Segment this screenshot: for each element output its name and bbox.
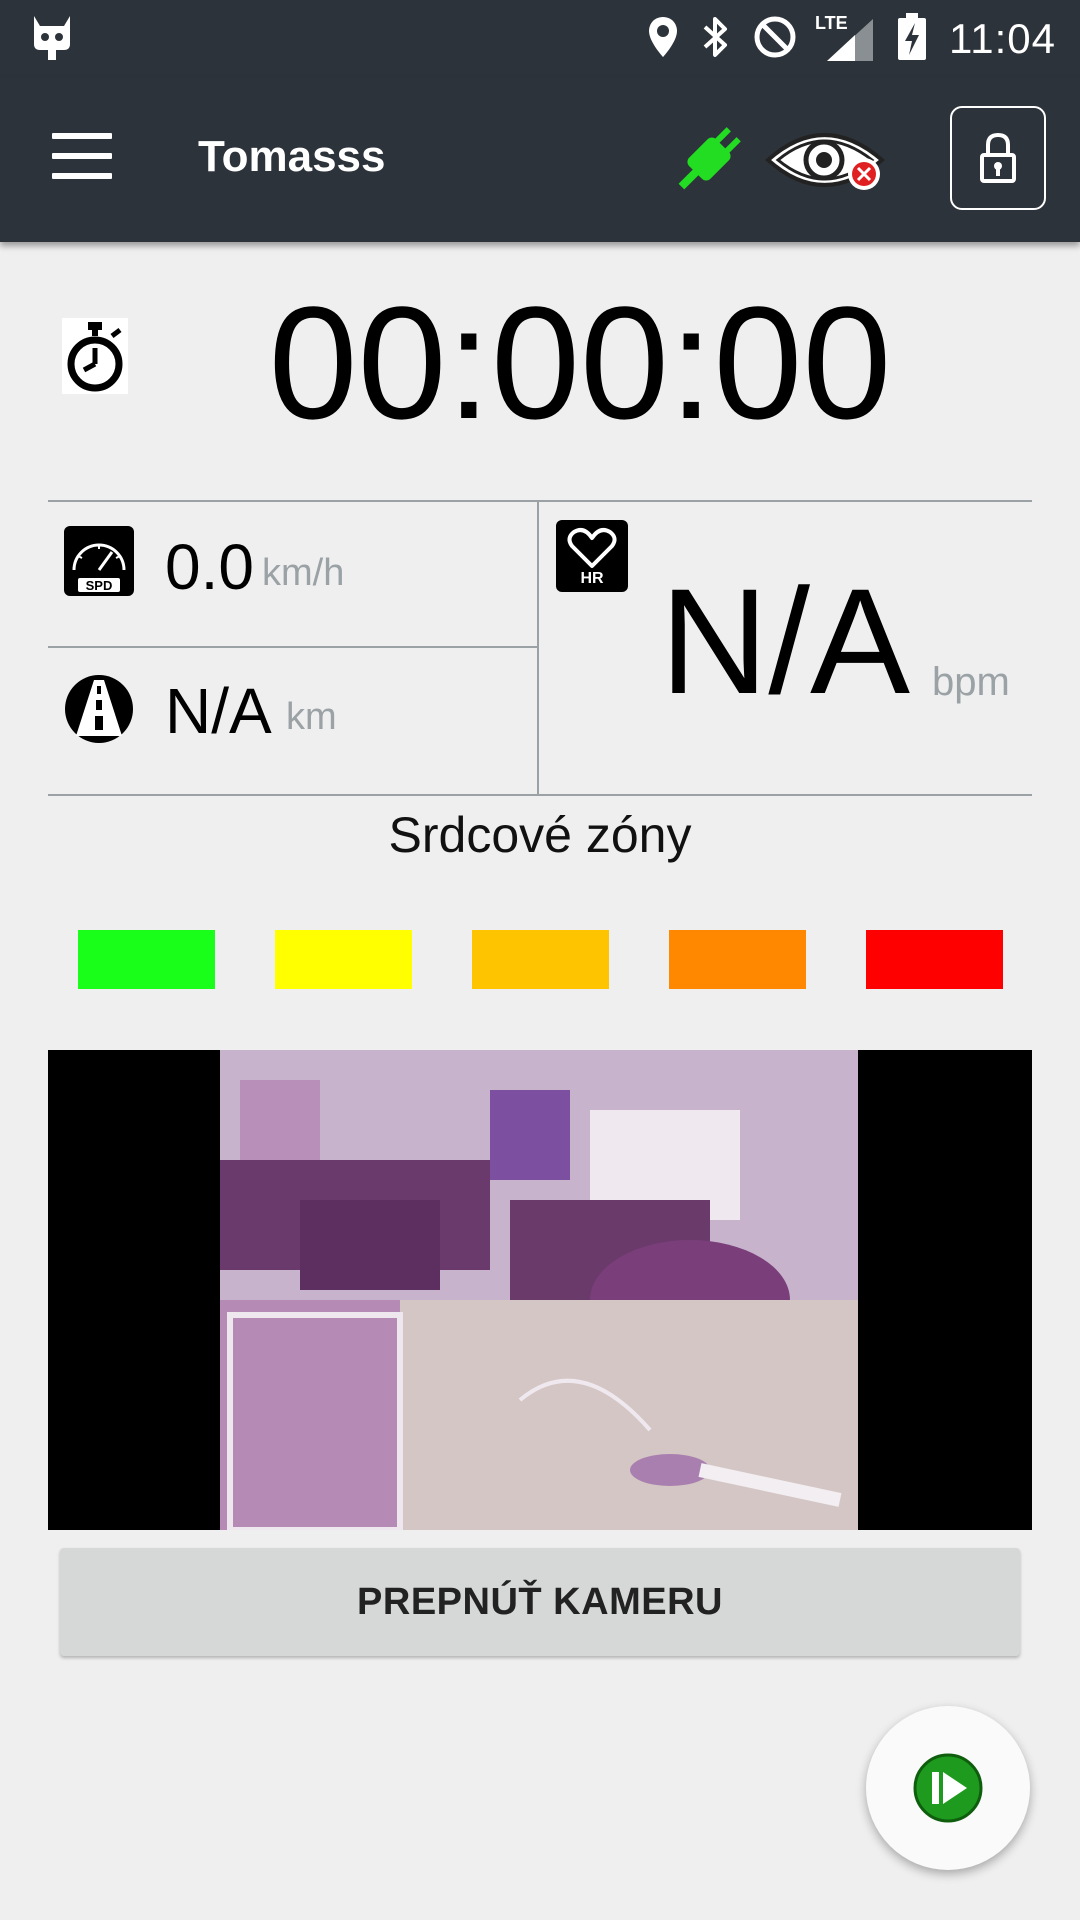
clock: 11:04: [949, 15, 1056, 62]
road-icon: [62, 672, 136, 746]
divider: [48, 500, 1032, 502]
start-button[interactable]: [866, 1706, 1030, 1870]
camera-preview[interactable]: [48, 1050, 1032, 1530]
lock-button[interactable]: [950, 106, 1046, 210]
zone-1: [78, 930, 215, 989]
menu-icon: [52, 133, 112, 179]
camera-feed-image: [220, 1050, 858, 1530]
heart-zones-title: Srdcové zóny: [388, 807, 692, 863]
divider: [48, 794, 1032, 796]
plug-connected-icon[interactable]: [664, 114, 754, 209]
heart-rate-unit: bpm: [932, 660, 1010, 704]
distance-unit: km: [286, 696, 337, 738]
play-skip-icon: [913, 1753, 983, 1823]
menu-button[interactable]: [52, 133, 112, 183]
battery-charging-icon: [897, 12, 927, 66]
signal-icon: LTE: [815, 13, 875, 63]
network-type: LTE: [815, 13, 848, 33]
do-not-disturb-icon: [753, 15, 797, 64]
switch-camera-button[interactable]: PREPNÚŤ KAMERU: [60, 1548, 1020, 1656]
lock-icon: [980, 132, 1016, 183]
app-bar: Tomasss: [0, 78, 1080, 242]
divider: [537, 500, 539, 796]
zone-5: [866, 930, 1003, 989]
location-icon: [647, 15, 679, 64]
zone-4: [669, 930, 806, 989]
divider: [48, 646, 538, 648]
bluetooth-icon: [701, 15, 731, 64]
status-bar: LTE 11:04: [0, 0, 1080, 78]
speed-value: 0.0: [165, 531, 254, 603]
speed-unit: km/h: [262, 552, 345, 594]
speed-icon-label: SPD: [85, 578, 113, 593]
eye-disabled-icon[interactable]: [764, 122, 894, 207]
speedometer-icon: SPD: [64, 526, 134, 596]
heart-rate-value: N/A: [660, 557, 911, 725]
distance-value: N/A: [165, 675, 272, 747]
zone-2: [275, 930, 412, 989]
cyanogen-icon: [30, 14, 74, 67]
app-title: Tomasss: [198, 132, 386, 181]
heart-rate-icon: HR: [556, 520, 628, 592]
stopwatch-icon: [62, 318, 128, 394]
elapsed-timer: 00:00:00: [268, 273, 892, 452]
zone-3: [472, 930, 609, 989]
heart-rate-icon-label: HR: [580, 570, 604, 587]
